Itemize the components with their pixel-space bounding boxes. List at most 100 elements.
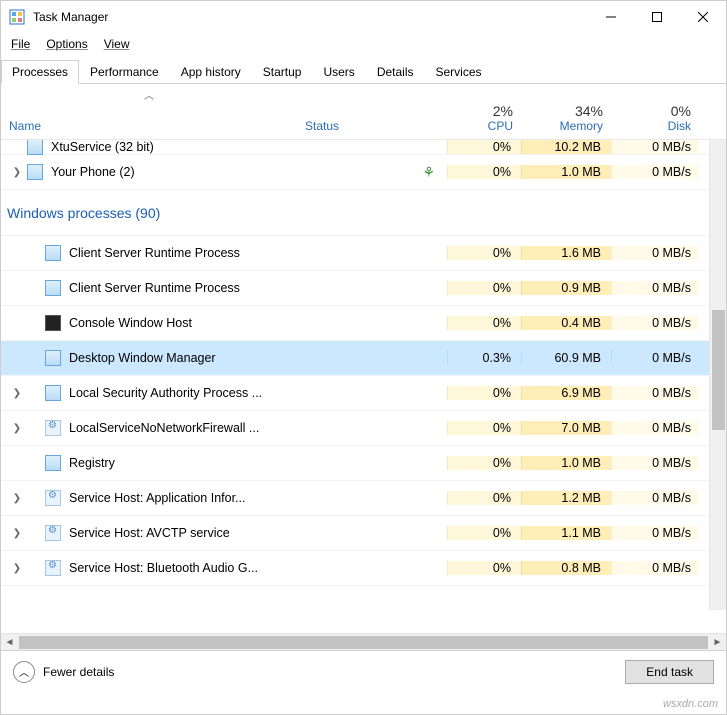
disk-value: 0 MB/s [611,421,699,435]
tab-performance[interactable]: Performance [79,60,170,84]
cpu-value: 0% [447,526,521,540]
header-memory[interactable]: 34%Memory [521,84,611,139]
collapse-icon: ︿ [13,661,35,683]
tab-strip: Processes Performance App history Startu… [1,59,726,84]
cpu-value: 0% [447,421,521,435]
process-name: Local Security Authority Process ... [69,386,262,400]
process-list[interactable]: ❯XtuService (32 bit)0%10.2 MB0 MB/s ❯You… [1,140,726,610]
cpu-value: 0% [447,246,521,260]
scrollbar-track[interactable] [19,636,708,649]
menu-view[interactable]: View [104,37,130,51]
disk-value: 0 MB/s [611,316,699,330]
process-row[interactable]: ❯ Service Host: Application Infor... 0%1.2… [1,481,726,516]
process-row[interactable]: ❯Client Server Runtime Process0%1.6 MB0 … [1,236,726,271]
cpu-value: 0% [447,561,521,575]
tab-app-history[interactable]: App history [170,60,252,84]
process-name: LocalServiceNoNetworkFirewall ... [69,421,259,435]
expand-icon[interactable]: ❯ [9,528,25,539]
header-status[interactable]: Status [297,84,447,139]
expand-icon[interactable]: ❯ [9,423,25,434]
tab-startup[interactable]: Startup [252,60,313,84]
cpu-value: 0% [447,281,521,295]
header-cpu[interactable]: 2%CPU [447,84,521,139]
disk-value: 0 MB/s [611,561,699,575]
process-row[interactable]: ❯XtuService (32 bit)0%10.2 MB0 MB/s [1,140,726,155]
process-icon [45,315,61,331]
expand-icon[interactable]: ❯ [9,167,25,178]
scroll-right-icon[interactable]: ► [709,637,726,648]
scroll-left-icon[interactable]: ◄ [1,637,18,648]
cpu-value: 0% [447,165,521,179]
tab-processes[interactable]: Processes [1,60,79,84]
horizontal-scrollbar[interactable]: ◄ ► [1,633,726,650]
fewer-details-toggle[interactable]: ︿ Fewer details [13,661,114,683]
process-icon [45,525,61,541]
process-name: Registry [69,456,115,470]
minimize-button[interactable] [588,1,634,33]
disk-value: 0 MB/s [611,526,699,540]
memory-value: 1.0 MB [521,165,611,179]
process-name: XtuService (32 bit) [51,140,154,154]
process-name: Service Host: Application Infor... [69,491,245,505]
disk-value: 0 MB/s [611,456,699,470]
process-row[interactable]: ❯Desktop Window Manager0.3%60.9 MB0 MB/s [1,341,726,376]
tab-users[interactable]: Users [312,60,365,84]
process-name: Your Phone (2) [51,165,135,179]
scrollbar-thumb[interactable] [712,310,725,430]
app-icon [9,9,25,25]
memory-value: 10.2 MB [521,140,611,154]
expand-icon[interactable]: ❯ [9,388,25,399]
vertical-scrollbar[interactable] [709,140,726,610]
end-task-button[interactable]: End task [625,660,714,684]
process-row[interactable]: ❯Client Server Runtime Process0%0.9 MB0 … [1,271,726,306]
process-name: Service Host: AVCTP service [69,526,230,540]
process-name: Client Server Runtime Process [69,246,240,260]
disk-value: 0 MB/s [611,386,699,400]
cpu-value: 0.3% [447,351,521,365]
menubar: File Options View [1,33,726,55]
sort-indicator-icon: ︿ [144,87,154,102]
process-row[interactable]: ❯Registry0%1.0 MB0 MB/s [1,446,726,481]
process-icon [45,245,61,261]
process-row[interactable]: ❯Service Host: AVCTP service0%1.1 MB0 MB… [1,516,726,551]
process-row[interactable]: ❯ Service Host: Bluetooth Audio G... 0%0.8… [1,551,726,586]
memory-value: 7.0 MB [521,421,611,435]
leaf-icon: ⚘ [422,164,435,181]
header-name[interactable]: ︿ Name [1,84,297,139]
disk-value: 0 MB/s [611,351,699,365]
group-label: Windows processes (90) [1,205,297,221]
process-icon [45,420,61,436]
memory-value: 0.9 MB [521,281,611,295]
process-icon [45,280,61,296]
memory-value: 6.9 MB [521,386,611,400]
tab-details[interactable]: Details [366,60,425,84]
close-button[interactable] [680,1,726,33]
window-title: Task Manager [33,10,588,24]
menu-file[interactable]: File [11,37,30,51]
menu-options[interactable]: Options [46,37,87,51]
cpu-value: 0% [447,456,521,470]
process-icon [45,490,61,506]
process-name: Service Host: Bluetooth Audio G... [69,561,258,575]
memory-value: 1.2 MB [521,491,611,505]
watermark: wsxdn.com [663,698,718,710]
process-icon [45,455,61,471]
process-row[interactable]: ❯Console Window Host0%0.4 MB0 MB/s [1,306,726,341]
process-row[interactable]: ❯ LocalServiceNoNetworkFirewall ... 0%7.0 … [1,411,726,446]
expand-icon[interactable]: ❯ [9,493,25,504]
tab-services[interactable]: Services [425,60,493,84]
expand-icon[interactable]: ❯ [9,563,25,574]
process-row[interactable]: ❯Your Phone (2)⚘0%1.0 MB0 MB/s [1,155,726,190]
cpu-value: 0% [447,491,521,505]
disk-value: 0 MB/s [611,491,699,505]
process-row[interactable]: ❯Local Security Authority Process ...0%6… [1,376,726,411]
memory-value: 0.8 MB [521,561,611,575]
process-group-header[interactable]: Windows processes (90) [1,190,726,236]
process-name: Desktop Window Manager [69,351,216,365]
cpu-value: 0% [447,140,521,154]
maximize-button[interactable] [634,1,680,33]
header-disk[interactable]: 0%Disk [611,84,699,139]
process-icon [27,164,43,180]
titlebar: Task Manager [1,1,726,33]
cpu-value: 0% [447,316,521,330]
